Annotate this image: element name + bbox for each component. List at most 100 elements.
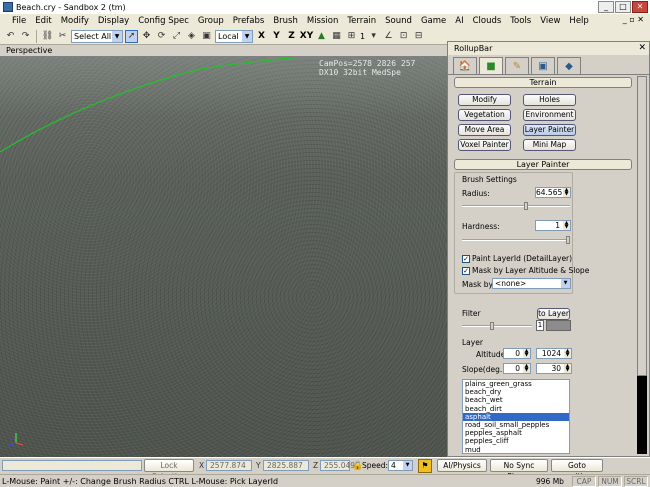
no-sync-player-button[interactable]: No Sync Player <box>490 459 548 481</box>
spin-arrows-icon[interactable]: ▲ ▼ <box>563 221 570 230</box>
snap-grid-icon[interactable]: ▦ <box>330 30 343 43</box>
command-input[interactable] <box>2 460 142 471</box>
rotate-icon[interactable]: ⟳ <box>155 30 168 43</box>
mini-map-button[interactable]: Mini Map <box>523 139 576 151</box>
chevron-down-icon[interactable]: ▾ <box>367 30 380 43</box>
menu-help[interactable]: Help <box>569 16 588 26</box>
to-layer-button[interactable]: to Layer <box>537 308 570 320</box>
camera-icon[interactable]: ⊡ <box>397 30 410 43</box>
hardness-input[interactable]: 1 ▲ ▼ <box>535 220 571 231</box>
environment-button[interactable]: Environment <box>523 109 576 121</box>
coord-system-select[interactable]: Local ▼ <box>215 29 253 43</box>
menu-tools[interactable]: Tools <box>510 16 531 26</box>
tab-display[interactable]: ▣ <box>531 57 555 74</box>
ruler-icon[interactable]: ⊟ <box>412 30 425 43</box>
axis-x-button[interactable]: X <box>255 30 268 43</box>
move-icon[interactable]: ✥ <box>140 30 153 43</box>
viewport-name[interactable]: Perspective <box>6 46 52 55</box>
menu-game[interactable]: Game <box>421 16 446 26</box>
axis-z-button[interactable]: Z <box>285 30 298 43</box>
menu-file[interactable]: File <box>12 16 26 26</box>
link-icon[interactable]: ⛓ <box>41 30 54 43</box>
mask-altitude-checkbox[interactable]: ✓ Mask by Layer Altitude & Slope <box>462 266 589 275</box>
list-item[interactable]: road_soil_small_pepples <box>463 421 569 429</box>
menu-view[interactable]: View <box>540 16 560 26</box>
y-coord-field[interactable]: 2825.887 <box>263 460 309 471</box>
filter-color-swatch[interactable] <box>546 320 571 331</box>
select-object-icon[interactable]: ▣ <box>200 30 213 43</box>
slope-min-input[interactable]: 0 ▲ ▼ <box>503 363 531 374</box>
layer-painter-button[interactable]: Layer Painter <box>523 124 576 136</box>
lock-selection-button[interactable]: Lock Selection <box>144 459 194 481</box>
list-item[interactable]: beach_wet <box>463 396 569 404</box>
radius-input[interactable]: 64.565 ▲ ▼ <box>535 187 571 198</box>
layer-painter-section-header[interactable]: Layer Painter <box>454 159 632 170</box>
spin-arrows-icon[interactable]: ▲ ▼ <box>563 188 570 197</box>
terrain-snap-icon[interactable]: ◈ <box>185 30 198 43</box>
list-item[interactable]: mud <box>463 446 569 453</box>
spin-arrows-icon[interactable]: ▲ ▼ <box>523 349 530 358</box>
select-cursor-icon[interactable]: ➚ <box>125 29 138 43</box>
maximize-button[interactable]: □ <box>615 1 631 13</box>
tab-layers[interactable]: ◆ <box>557 57 581 74</box>
vegetation-button[interactable]: Vegetation <box>458 109 511 121</box>
radius-slider[interactable] <box>462 202 570 210</box>
goto-position-button[interactable]: Goto position <box>551 459 603 481</box>
mdi-controls[interactable]: _ ▫ ✕ <box>623 15 644 24</box>
grid-icon[interactable]: ⊞ <box>345 30 358 43</box>
ai-physics-button[interactable]: AI/Physics <box>437 459 487 472</box>
filter-value[interactable]: 1 <box>536 320 544 331</box>
paint-layerid-checkbox[interactable]: ✓ Paint LayerId (DetailLayer) <box>462 254 572 263</box>
menu-mission[interactable]: Mission <box>307 16 339 26</box>
close-button[interactable]: ✕ <box>632 1 648 13</box>
hardness-slider-knob[interactable] <box>566 236 570 244</box>
list-item[interactable]: beach_dirt <box>463 405 569 413</box>
menu-prefabs[interactable]: Prefabs <box>233 16 265 26</box>
selection-filter-select[interactable]: Select All ▼ <box>71 29 123 43</box>
menu-clouds[interactable]: Clouds <box>473 16 502 26</box>
rollup-scrollbar[interactable] <box>637 76 647 454</box>
spin-arrows-icon[interactable]: ▲ ▼ <box>564 364 571 373</box>
speed-dropdown[interactable]: 4 ▼ <box>388 460 413 471</box>
perspective-viewport[interactable]: CamPos=2578 2826 257 DX10 32bit MedSpe <box>0 57 447 457</box>
menu-display[interactable]: Display <box>98 16 129 26</box>
unlink-icon[interactable]: ✂ <box>56 30 69 43</box>
spin-arrows-icon[interactable]: ▲ ▼ <box>564 349 571 358</box>
rollup-scrollbar-thumb[interactable] <box>637 76 647 376</box>
menu-sound[interactable]: Sound <box>385 16 412 26</box>
filter-slider-knob[interactable] <box>490 322 494 330</box>
modify-button[interactable]: Modify <box>458 94 511 106</box>
list-item[interactable]: pepples_cliff <box>463 437 569 445</box>
list-item[interactable]: plains_green_grass <box>463 380 569 388</box>
undo-icon[interactable]: ↶ <box>4 30 17 43</box>
list-item[interactable]: pepples_asphalt <box>463 429 569 437</box>
tab-objects[interactable]: 🏠 <box>453 57 477 74</box>
menu-terrain[interactable]: Terrain <box>347 16 376 26</box>
menu-group[interactable]: Group <box>198 16 224 26</box>
z-coord-field[interactable]: 255.0495 <box>320 460 360 471</box>
menu-config-spec[interactable]: Config Spec <box>138 16 189 26</box>
terrain-follow-icon[interactable]: ▲ <box>315 30 328 43</box>
terrain-section-header[interactable]: Terrain <box>454 77 632 88</box>
menu-edit[interactable]: Edit <box>35 16 51 26</box>
close-icon[interactable]: ✕ <box>638 42 646 55</box>
angle-snap-icon[interactable]: ∠ <box>382 30 395 43</box>
move-area-button[interactable]: Move Area <box>458 124 511 136</box>
scale-icon[interactable]: ⤢ <box>170 30 183 43</box>
altitude-max-input[interactable]: 1024 ▲ ▼ <box>536 348 572 359</box>
x-coord-field[interactable]: 2577.874 <box>206 460 252 471</box>
radius-slider-knob[interactable] <box>524 202 528 210</box>
axis-xy-button[interactable]: XY <box>300 30 313 43</box>
terrain-collision-icon[interactable]: ⚑ <box>418 459 432 473</box>
spin-arrows-icon[interactable]: ▲ ▼ <box>523 364 530 373</box>
redo-icon[interactable]: ↷ <box>19 30 32 43</box>
menu-ai[interactable]: AI <box>455 16 463 26</box>
holes-button[interactable]: Holes <box>523 94 576 106</box>
altitude-min-input[interactable]: 0 ▲ ▼ <box>503 348 531 359</box>
hardness-slider[interactable] <box>462 236 570 244</box>
tab-terrain[interactable]: ■ <box>479 57 503 74</box>
list-item-selected[interactable]: asphalt <box>463 412 569 422</box>
tab-modelling[interactable]: ✎ <box>505 57 529 74</box>
slope-max-input[interactable]: 30 ▲ ▼ <box>536 363 572 374</box>
minimize-button[interactable]: _ <box>598 1 614 13</box>
